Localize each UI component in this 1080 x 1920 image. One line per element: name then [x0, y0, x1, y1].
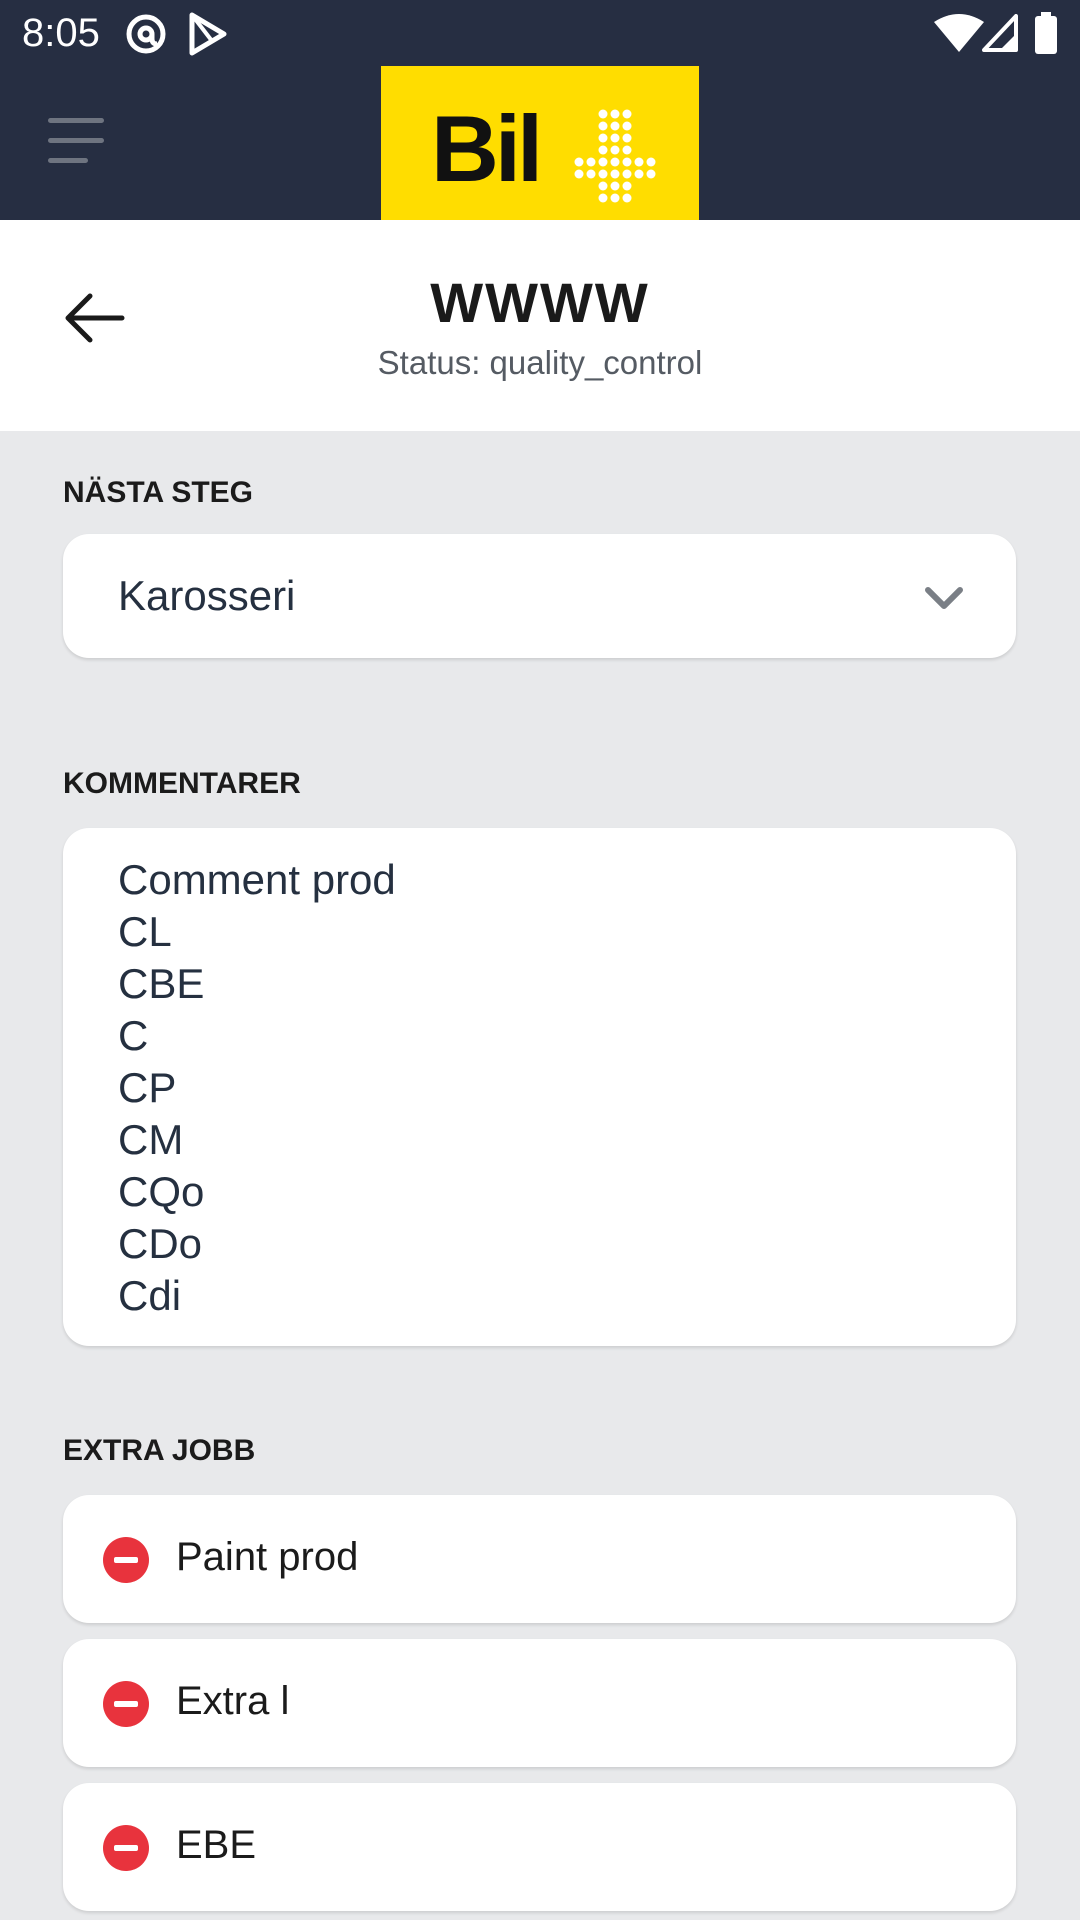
page-title: WWWW: [430, 271, 650, 334]
next-step-label: NÄSTA STEG: [63, 476, 254, 509]
hamburger-menu-icon[interactable]: [48, 118, 106, 164]
battery-icon: [1035, 12, 1057, 54]
app-logo: Bil: [381, 66, 699, 220]
extra-job-label: Paint prod: [176, 1535, 359, 1579]
extra-job-label: Extra l: [176, 1679, 290, 1723]
page-header: WWWW Status: quality_control: [0, 220, 1080, 431]
status-time: 8:05: [22, 11, 100, 55]
play-store-icon: [189, 12, 227, 56]
comment-line: CL: [118, 908, 172, 955]
logo-text: Bil: [431, 96, 539, 201]
at-sign-icon: [126, 14, 166, 54]
status-text: Status: quality_control: [377, 344, 703, 381]
comment-line: Cdi: [118, 1272, 182, 1319]
remove-icon[interactable]: [103, 1825, 149, 1871]
extra-job-label: EBE: [176, 1823, 257, 1867]
remove-icon[interactable]: [103, 1537, 149, 1583]
extra-job-item: Paint prod: [63, 1495, 1016, 1623]
comment-line: CQo: [118, 1168, 205, 1215]
wifi-icon: [934, 14, 984, 52]
comment-line: CDo: [118, 1220, 203, 1267]
comment-line: CM: [118, 1116, 184, 1163]
extra-job-item: Extra l: [63, 1639, 1016, 1767]
remove-icon[interactable]: [103, 1681, 149, 1727]
signal-icon: [982, 14, 1018, 52]
comment-line: Comment prod: [118, 856, 396, 903]
comment-line: C: [118, 1012, 149, 1059]
next-step-value: Karosseri: [118, 572, 296, 619]
extra-job-item: EBE: [63, 1783, 1016, 1911]
comment-line: CP: [118, 1064, 177, 1111]
comments-label: KOMMENTARER: [63, 767, 301, 800]
next-step-select[interactable]: Karosseri: [63, 534, 1016, 658]
app-bar: 8:05 Bil: [0, 0, 1080, 220]
comments-field[interactable]: Comment prod CL CBE C CP CM CQo CDo Cdi: [63, 828, 1016, 1346]
chevron-down-icon: [925, 587, 963, 609]
extra-jobs-label: EXTRA JOBB: [63, 1434, 256, 1467]
comment-line: CBE: [118, 960, 205, 1007]
